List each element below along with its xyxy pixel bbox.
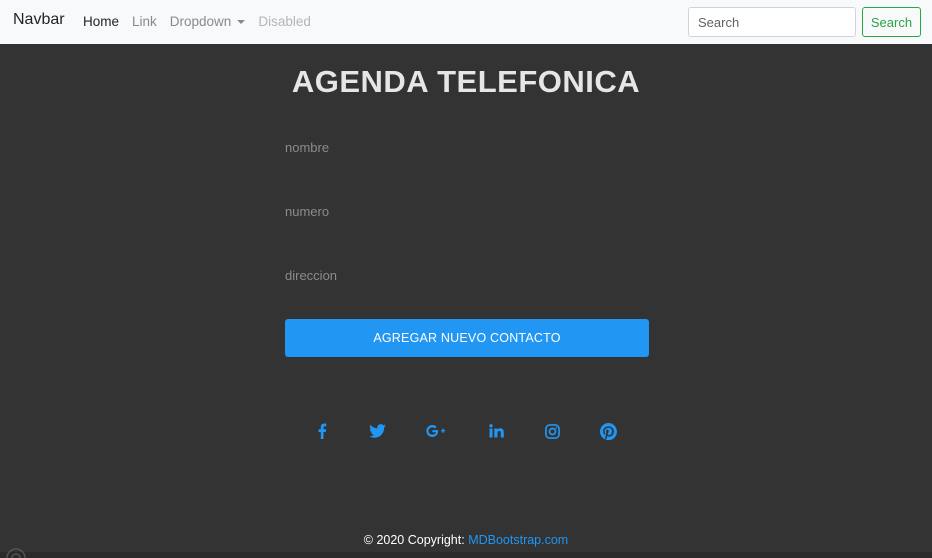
nav-link-dropdown[interactable]: Dropdown: [170, 14, 246, 29]
direccion-field[interactable]: [285, 262, 649, 288]
footer-copyright: © 2020 Copyright: MDBootstrap.com: [0, 533, 932, 547]
add-contact-button[interactable]: AGREGAR NUEVO CONTACTO: [285, 319, 649, 357]
bottom-strip: [0, 552, 932, 558]
search-button[interactable]: Search: [862, 7, 921, 37]
dropdown-label: Dropdown: [169, 14, 232, 29]
navbar-brand[interactable]: Navbar: [13, 11, 65, 29]
numero-field[interactable]: [285, 198, 649, 224]
nombre-field[interactable]: [285, 134, 649, 160]
navbar: Navbar Home Link Dropdown Disabled Searc…: [0, 0, 932, 44]
corner-logo-icon: [4, 546, 28, 558]
mdbootstrap-link[interactable]: MDBootstrap.com: [468, 533, 568, 547]
nav-link-home[interactable]: Home: [83, 14, 119, 29]
nav-links: Home Link Dropdown Disabled: [83, 14, 324, 29]
pinterest-icon[interactable]: [598, 421, 618, 441]
caret-down-icon: [237, 19, 246, 24]
google-plus-icon[interactable]: [426, 421, 446, 441]
facebook-icon[interactable]: [312, 421, 332, 441]
page-title: AGENDA TELEFONICA: [291, 64, 641, 99]
linkedin-icon[interactable]: [486, 421, 506, 441]
search-input[interactable]: [688, 7, 856, 37]
nav-link-disabled: Disabled: [258, 14, 311, 29]
nav-link-link[interactable]: Link: [132, 14, 157, 29]
instagram-icon[interactable]: [542, 421, 562, 441]
twitter-icon[interactable]: [367, 421, 387, 441]
copyright-text: © 2020 Copyright:: [363, 533, 469, 547]
